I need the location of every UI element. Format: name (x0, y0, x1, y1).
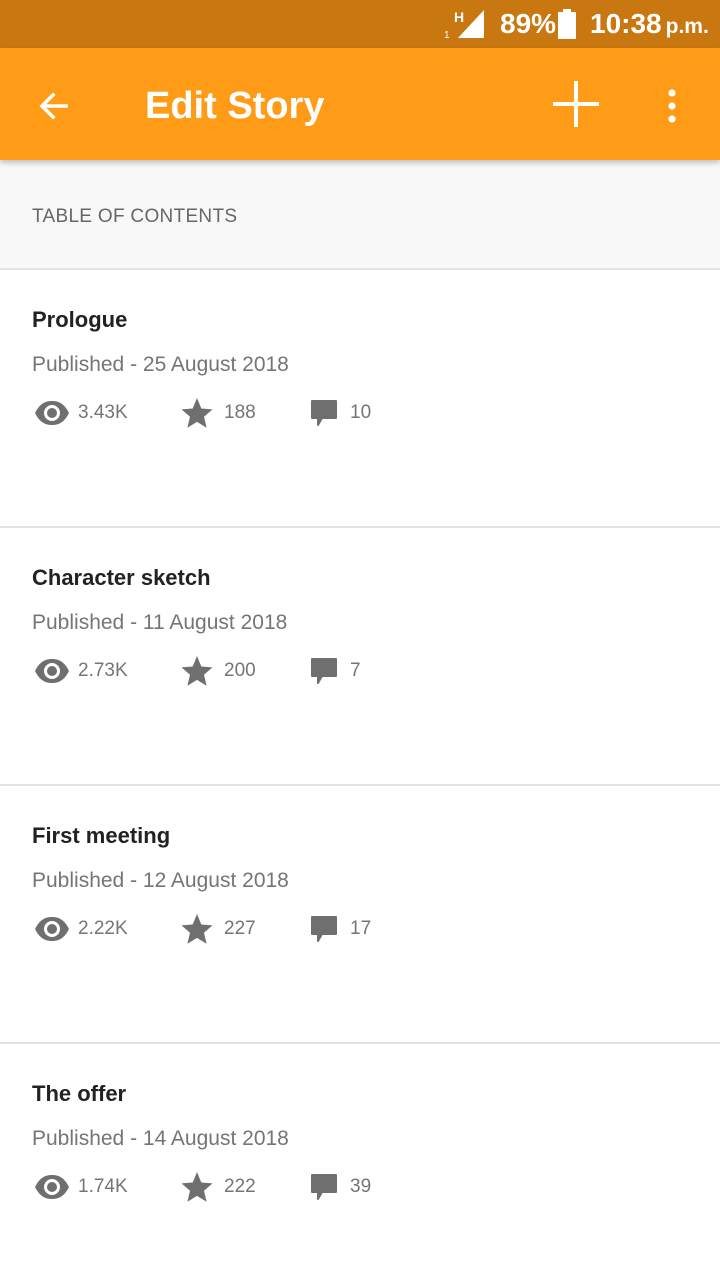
clock-ampm: p.m. (665, 15, 709, 38)
page-title: Edit Story (145, 85, 325, 127)
star-icon (181, 914, 213, 944)
clock-time: 10:38 (590, 8, 662, 39)
views-count: 3.43K (78, 402, 128, 423)
chapter-title: Character sketch (32, 565, 211, 590)
chapter-item-character-sketch[interactable]: Character sketch Published - 11 August 2… (0, 528, 720, 786)
toc-label: TABLE OF CONTENTS (32, 206, 238, 227)
chapter-item-the-offer[interactable]: The offer Published - 14 August 2018 1.7… (0, 1044, 720, 1280)
votes-stat: 222 (180, 1170, 256, 1204)
toc-header: TABLE OF CONTENTS (0, 160, 720, 398)
eye-icon (35, 659, 69, 683)
more-options-button[interactable] (648, 80, 696, 132)
more-vertical-icon (668, 89, 676, 123)
add-part-button[interactable] (546, 74, 606, 134)
views-stat: 2.73K (34, 654, 128, 688)
comments-stat: 10 (310, 396, 371, 430)
plus-icon (553, 81, 599, 127)
views-count: 1.74K (78, 1176, 128, 1197)
views-count: 2.22K (78, 918, 128, 939)
eye-icon (35, 401, 69, 425)
votes-count: 222 (224, 1176, 256, 1197)
sim-slot-label: 1 (444, 30, 450, 40)
votes-count: 227 (224, 918, 256, 939)
comments-count: 17 (350, 918, 372, 939)
star-icon (181, 398, 213, 428)
network-type-label: H (454, 9, 464, 25)
views-stat: 2.22K (34, 912, 128, 946)
views-stat: 1.74K (34, 1170, 128, 1204)
signal-icon: H 1 (444, 9, 484, 40)
chapter-title: The offer (32, 1081, 127, 1106)
comments-count: 10 (350, 402, 372, 423)
comment-icon (311, 400, 337, 426)
eye-icon (35, 917, 69, 941)
clock: 10:38 p.m. (590, 8, 709, 45)
views-count: 2.73K (78, 660, 128, 681)
status-bar: H 1 89% 10:38 p.m. (0, 0, 720, 48)
comments-count: 39 (350, 1176, 372, 1197)
chapter-published-date: Published - 25 August 2018 (32, 353, 289, 376)
votes-stat: 188 (180, 396, 256, 430)
arrow-left-icon (39, 92, 68, 120)
star-icon (181, 656, 213, 686)
comments-stat: 39 (310, 1170, 371, 1204)
chapter-item-prologue[interactable]: Prologue Published - 25 August 2018 3.43… (0, 270, 720, 528)
app-bar: Edit Story (0, 48, 720, 160)
star-icon (181, 1172, 213, 1202)
votes-stat: 200 (180, 654, 256, 688)
votes-count: 188 (224, 402, 256, 423)
comments-count: 7 (350, 660, 361, 681)
battery-percent: 89% (500, 8, 557, 39)
comment-icon (311, 1174, 337, 1200)
comment-icon (311, 916, 337, 942)
chapter-published-date: Published - 11 August 2018 (32, 611, 288, 634)
comments-stat: 17 (310, 912, 371, 946)
chapter-published-date: Published - 12 August 2018 (32, 869, 289, 892)
votes-count: 200 (224, 660, 256, 681)
views-stat: 3.43K (34, 396, 128, 430)
chapter-published-date: Published - 14 August 2018 (32, 1127, 289, 1150)
chapter-title: Prologue (32, 307, 128, 332)
comments-stat: 7 (310, 654, 361, 688)
comment-icon (311, 658, 337, 684)
chapter-item-first-meeting[interactable]: First meeting Published - 12 August 2018… (0, 786, 720, 1044)
chapter-title: First meeting (32, 823, 171, 848)
votes-stat: 227 (180, 912, 256, 946)
back-button[interactable] (28, 80, 80, 132)
battery-icon (558, 9, 576, 39)
eye-icon (35, 1175, 69, 1199)
